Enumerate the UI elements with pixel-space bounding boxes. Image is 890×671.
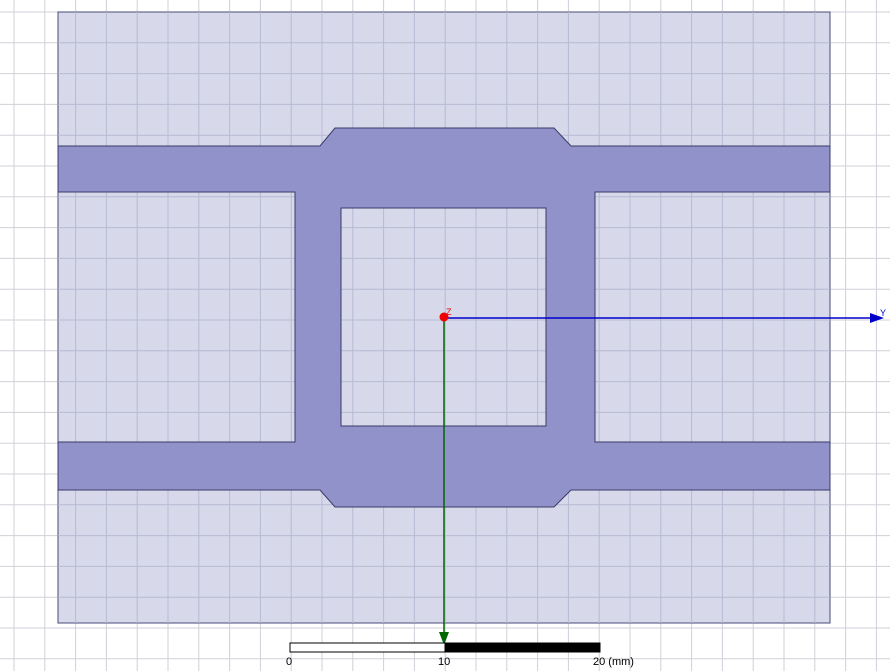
scale-label-10: 10	[438, 656, 451, 668]
scale-label-0: 0	[286, 656, 293, 668]
scale-bar	[289, 642, 601, 653]
model-viewport[interactable]	[0, 0, 890, 671]
y-axis-label: Y	[880, 308, 887, 318]
scale-label-20: 20 (mm)	[593, 656, 634, 668]
z-axis-label: Z	[446, 307, 452, 317]
